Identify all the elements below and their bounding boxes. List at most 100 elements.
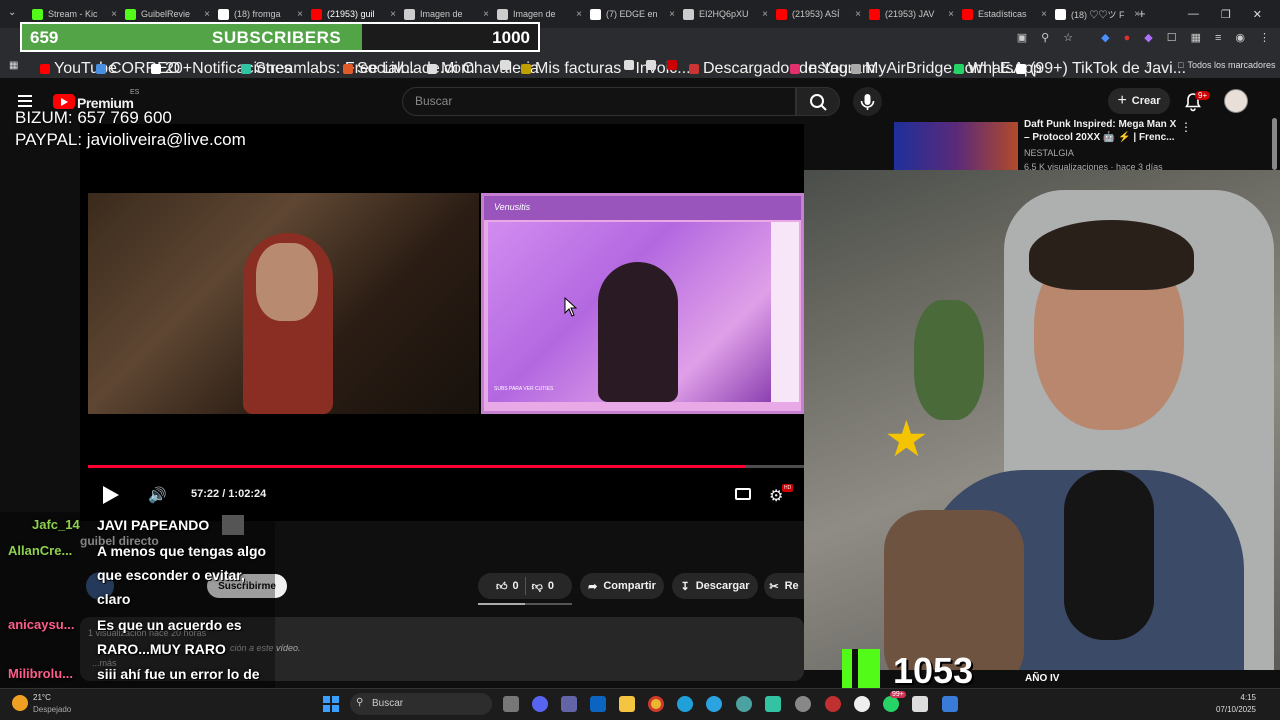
close-tab-icon[interactable]: × bbox=[390, 9, 396, 20]
taskbar-search-icon: ⚲ bbox=[356, 697, 364, 708]
download-button[interactable]: ↧ Descargar bbox=[672, 573, 758, 599]
extension-icon-2[interactable]: ● bbox=[1124, 32, 1131, 44]
youtube-logo-icon[interactable] bbox=[53, 94, 75, 109]
media-icon[interactable]: ≡ bbox=[1215, 32, 1221, 44]
minimize-icon[interactable]: — bbox=[1188, 8, 1199, 20]
extension-icon-1[interactable]: ◆ bbox=[1101, 31, 1109, 44]
cast-icon[interactable]: ▣ bbox=[1017, 31, 1027, 44]
weather-description[interactable]: Despejado bbox=[33, 705, 71, 714]
browser-menu-icon[interactable]: ⋮ bbox=[1259, 31, 1270, 44]
chat-user: AllanCre... bbox=[8, 543, 73, 558]
new-tab-icon[interactable]: + bbox=[1138, 6, 1146, 21]
app-icon-3[interactable] bbox=[912, 696, 928, 712]
bookmark-item[interactable] bbox=[500, 60, 510, 70]
voice-search-button[interactable] bbox=[853, 87, 882, 116]
extensions-icon[interactable]: ▦ bbox=[1191, 31, 1201, 44]
app-icon-4[interactable] bbox=[942, 696, 958, 712]
browser-tab[interactable]: GuibelRevie × bbox=[125, 4, 210, 24]
bookmark-item[interactable]: (99+) TikTok de Javi... bbox=[1016, 60, 1186, 78]
telegram-icon[interactable] bbox=[706, 696, 722, 712]
extension-icon-4[interactable]: ☐ bbox=[1167, 31, 1177, 44]
tab-title: (21953) JAV bbox=[885, 9, 935, 19]
apps-grid-icon[interactable]: ▦ bbox=[9, 60, 18, 71]
bookmark-item[interactable] bbox=[624, 60, 634, 70]
browser-tab[interactable]: (7) EDGE en × bbox=[590, 4, 675, 24]
browser-tab[interactable]: (21953) JAV × bbox=[869, 4, 954, 24]
more-options-icon[interactable]: ⋮ bbox=[1180, 120, 1192, 134]
search-input[interactable]: Buscar bbox=[402, 87, 796, 116]
profile-icon[interactable]: ◉ bbox=[1235, 31, 1245, 44]
close-tab-icon[interactable]: × bbox=[948, 9, 954, 20]
close-tab-icon[interactable]: × bbox=[576, 9, 582, 20]
network-icon[interactable] bbox=[736, 696, 752, 712]
extension-icon-3[interactable]: ◆ bbox=[1144, 31, 1152, 44]
browser-tab[interactable]: (18) fromga × bbox=[218, 4, 303, 24]
weather-temperature[interactable]: 21°C bbox=[33, 693, 51, 702]
browser-tab[interactable]: (18) ♡♡ツ F × bbox=[1055, 4, 1140, 24]
browser-tab[interactable]: Estadísticas × bbox=[962, 4, 1047, 24]
kick-logo-icon bbox=[842, 649, 880, 691]
recommendation-thumbnail[interactable] bbox=[894, 122, 1018, 172]
close-tab-icon[interactable]: × bbox=[1041, 9, 1047, 20]
browser-tab[interactable]: EI2HQ6pXU × bbox=[683, 4, 768, 24]
bookmark-item[interactable]: Mis facturas - Invoic... bbox=[521, 60, 691, 78]
search-button[interactable] bbox=[796, 87, 840, 116]
close-window-icon[interactable]: ✕ bbox=[1253, 8, 1262, 21]
scrollbar[interactable] bbox=[1272, 118, 1277, 170]
hamburger-menu-icon[interactable] bbox=[18, 95, 32, 107]
zoom-icon[interactable]: ⚲ bbox=[1041, 31, 1049, 44]
browser-tab[interactable]: (21953) ASÍ × bbox=[776, 4, 861, 24]
tab-list-icon[interactable]: ⌄ bbox=[8, 7, 16, 18]
video-progress-bar[interactable] bbox=[88, 465, 804, 468]
close-tab-icon[interactable]: × bbox=[111, 9, 117, 20]
like-button[interactable]: 👍︎ 0 bbox=[496, 580, 519, 593]
clock-time[interactable]: 4:15 bbox=[1240, 693, 1256, 702]
browser-tab[interactable]: Stream - Kic × bbox=[32, 4, 117, 24]
whatsapp-icon[interactable] bbox=[883, 696, 899, 712]
teams-icon[interactable] bbox=[561, 696, 577, 712]
app-icon-2[interactable] bbox=[825, 696, 841, 712]
task-view-icon[interactable] bbox=[503, 696, 519, 712]
close-tab-icon[interactable]: × bbox=[855, 9, 861, 20]
bookmark-star-icon[interactable]: ☆ bbox=[1063, 31, 1073, 44]
close-tab-icon[interactable]: × bbox=[483, 9, 489, 20]
recommendation-channel[interactable]: NESTALGIA bbox=[1024, 148, 1074, 158]
browser-tab[interactable]: Imagen de × bbox=[497, 4, 582, 24]
chrome-icon[interactable] bbox=[648, 696, 664, 712]
tab-title: Estadísticas bbox=[978, 9, 1027, 19]
clip-button[interactable]: ✂ Re bbox=[764, 573, 804, 599]
bookmark-item[interactable] bbox=[646, 60, 656, 70]
taskbar-search[interactable]: ⚲ Buscar bbox=[350, 693, 492, 715]
bookmark-item[interactable] bbox=[667, 60, 677, 70]
edge-icon[interactable] bbox=[677, 696, 693, 712]
close-tab-icon[interactable]: × bbox=[669, 9, 675, 20]
windows-start-icon[interactable] bbox=[323, 696, 339, 712]
discord-icon[interactable] bbox=[532, 696, 548, 712]
volume-icon[interactable]: 🔊 bbox=[148, 486, 167, 504]
avatar[interactable] bbox=[1224, 89, 1248, 113]
browser-tab[interactable]: Imagen de × bbox=[404, 4, 489, 24]
chat-user: anicaysu... bbox=[8, 617, 75, 632]
obs-icon[interactable] bbox=[854, 696, 870, 712]
file-explorer-icon[interactable] bbox=[619, 696, 635, 712]
create-button[interactable]: + Crear bbox=[1108, 88, 1170, 114]
app-icon[interactable] bbox=[795, 696, 811, 712]
browser-tab[interactable]: (21953) guil × bbox=[311, 4, 396, 24]
play-icon[interactable] bbox=[100, 485, 120, 505]
dislike-button[interactable]: 👎︎ 0 bbox=[532, 580, 554, 593]
bookmark-favicon-icon bbox=[1016, 64, 1026, 74]
restore-icon[interactable]: ❐ bbox=[1221, 8, 1231, 21]
share-button[interactable]: ➦ Compartir bbox=[580, 573, 664, 599]
recommendation-title[interactable]: Daft Punk Inspired: Mega Man X – Protoco… bbox=[1024, 118, 1184, 144]
globe-icon bbox=[404, 8, 415, 20]
outlook-icon[interactable] bbox=[590, 696, 606, 712]
close-tab-icon[interactable]: × bbox=[204, 9, 210, 20]
subtitles-icon[interactable] bbox=[735, 488, 751, 500]
streamlabs-icon[interactable] bbox=[765, 696, 781, 712]
bookmark-favicon-icon bbox=[343, 64, 353, 74]
clock-date[interactable]: 07/10/2025 bbox=[1216, 705, 1256, 714]
close-tab-icon[interactable]: × bbox=[297, 9, 303, 20]
weather-moon-icon[interactable] bbox=[12, 695, 28, 711]
all-bookmarks[interactable]: □ Todos los marcadores bbox=[1178, 60, 1275, 70]
close-tab-icon[interactable]: × bbox=[762, 9, 768, 20]
